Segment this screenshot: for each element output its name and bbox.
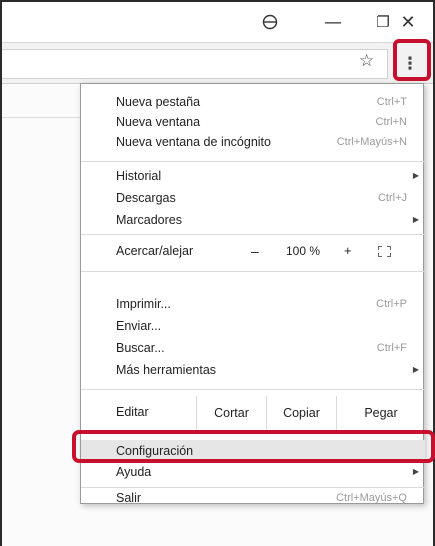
copy-button[interactable]: Copiar (266, 396, 336, 430)
menu-item-shortcut: Ctrl+Mayús+N (336, 136, 407, 148)
menu-separator (81, 487, 425, 488)
menu-separator (81, 389, 425, 390)
settings-highlight (72, 430, 435, 463)
menu-item-label: Buscar... (116, 341, 165, 355)
zoom-in-button[interactable]: + (344, 240, 352, 262)
menu-item-label: Marcadores (116, 213, 182, 227)
submenu-arrow-icon: ▶ (412, 215, 419, 224)
fullscreen-icon[interactable] (378, 246, 391, 257)
menu-separator (81, 234, 425, 235)
menu-item-label: Nueva pestaña (116, 95, 201, 109)
submenu-arrow-icon: ▶ (412, 467, 419, 476)
profile-icon-glyph (262, 14, 278, 30)
menu-item-shortcut: Ctrl+F (376, 342, 407, 354)
menu-item-edit: Editar Cortar Copiar Pegar (81, 396, 425, 430)
menu-button-highlight (393, 39, 431, 81)
menu-item-shortcut: Ctrl+T (376, 96, 407, 108)
page-divider (2, 117, 82, 118)
menu-item-shortcut: Ctrl+Mayús+Q (336, 492, 407, 504)
minimize-button[interactable]: — (310, 8, 356, 36)
menu-item-zoom: Acercar/alejar – 100 % + (81, 240, 425, 262)
submenu-arrow-icon: ▶ (412, 171, 419, 180)
bookmark-star-icon[interactable]: ☆ (359, 51, 374, 71)
menu-item-more-tools[interactable]: Más herramientas ▶ (81, 360, 425, 380)
menu-item-new-incognito-window[interactable]: Nueva ventana de incógnito Ctrl+Mayús+N (81, 132, 425, 152)
menu-item-label: Más herramientas (116, 363, 217, 377)
zoom-out-button[interactable]: – (251, 240, 259, 262)
browser-toolbar: ☆ ⋮ (2, 42, 433, 84)
submenu-arrow-icon: ▶ (412, 365, 419, 374)
menu-item-new-tab[interactable]: Nueva pestaña Ctrl+T (81, 92, 425, 112)
menu-item-label: Descargas (116, 191, 176, 205)
menu-item-label: Nueva ventana (116, 115, 201, 129)
menu-item-help[interactable]: Ayuda ▶ (81, 462, 425, 482)
menu-item-find[interactable]: Buscar... Ctrl+F (81, 338, 425, 358)
menu-separator (81, 271, 425, 272)
title-bar: — ❐ ✕ (2, 2, 433, 42)
address-bar[interactable] (2, 49, 388, 79)
menu-item-new-window[interactable]: Nueva ventana Ctrl+N (81, 112, 425, 132)
menu-item-label: Historial (116, 169, 162, 183)
menu-item-downloads[interactable]: Descargas Ctrl+J (81, 188, 425, 208)
paste-button[interactable]: Pegar (336, 396, 425, 430)
menu-item-history[interactable]: Historial ▶ (81, 166, 425, 186)
menu-item-label: Imprimir... (116, 297, 171, 311)
menu-item-label: Nueva ventana de incógnito (116, 135, 271, 149)
menu-item-exit[interactable]: Salir Ctrl+Mayús+Q (81, 491, 425, 505)
profile-icon[interactable] (247, 8, 293, 36)
menu-item-shortcut: Ctrl+P (376, 298, 407, 310)
close-button[interactable]: ✕ (383, 8, 433, 36)
cut-button[interactable]: Cortar (196, 396, 266, 430)
zoom-label: Acercar/alejar (116, 244, 194, 258)
zoom-level: 100 % (286, 244, 321, 258)
menu-item-shortcut: Ctrl+N (375, 116, 407, 128)
menu-item-cast[interactable]: Enviar... (81, 316, 425, 336)
menu-item-label: Salir (116, 491, 142, 505)
menu-item-label: Ayuda (116, 465, 152, 479)
menu-item-label: Enviar... (116, 319, 162, 333)
menu-item-shortcut: Ctrl+J (377, 192, 407, 204)
menu-item-print[interactable]: Imprimir... Ctrl+P (81, 294, 425, 314)
menu-separator (81, 161, 425, 162)
menu-item-bookmarks[interactable]: Marcadores ▶ (81, 210, 425, 230)
edit-label: Editar (116, 405, 149, 419)
